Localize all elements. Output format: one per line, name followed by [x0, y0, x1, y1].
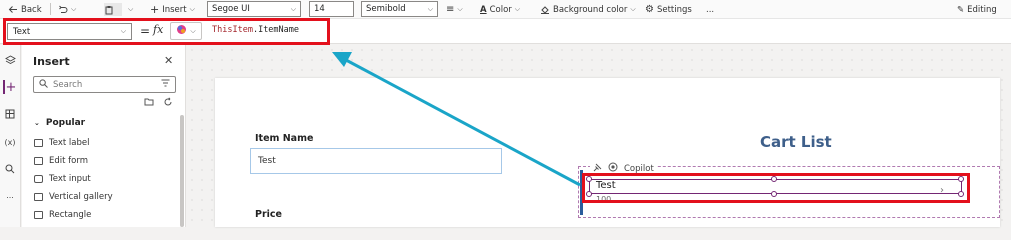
price-label: Price	[255, 209, 282, 220]
list-item-label: Edit form	[49, 156, 88, 166]
insert-button[interactable]: + Insert ⌵	[150, 3, 195, 16]
font-size-value: 14	[314, 4, 325, 14]
chevron-down-icon: ⌄	[34, 119, 40, 127]
insert-panel: Insert ✕ Search ⌄ Popular Text label Edi…	[22, 45, 186, 227]
more-rail-icon[interactable]: ...	[3, 188, 17, 202]
copilot-mini-label[interactable]: Copilot	[624, 164, 654, 174]
back-arrow-icon	[8, 5, 18, 14]
undo-icon	[58, 5, 68, 14]
panel-title: Insert	[33, 55, 70, 68]
insert-chevron-icon: ⌵	[189, 5, 195, 13]
item-name-input[interactable]: Test	[250, 148, 502, 174]
more-options-button[interactable]: ...	[706, 3, 714, 16]
list-item-label: Rectangle	[49, 210, 92, 220]
variables-icon[interactable]: (x)	[3, 135, 17, 149]
background-color-label: Background color	[553, 4, 628, 15]
paste-chevron[interactable]: ⌵	[128, 3, 133, 16]
clipboard-icon	[104, 5, 114, 15]
list-item[interactable]: Rectangle	[34, 210, 91, 220]
font-weight-chevron-icon: ⌵	[427, 4, 433, 13]
refresh-icon[interactable]	[163, 97, 173, 110]
layers-icon[interactable]	[3, 53, 17, 67]
list-item-label: Text input	[49, 174, 91, 184]
back-label: Back	[21, 4, 42, 15]
formula-highlight-box	[3, 18, 330, 45]
font-family-value: Segoe UI	[212, 4, 250, 14]
font-weight-value: Semibold	[366, 4, 406, 14]
color-chevron-icon: ⌵	[514, 5, 521, 13]
pencil-icon: ✎	[957, 4, 965, 15]
background-color-chevron-icon: ⌵	[630, 5, 636, 13]
command-toolbar: Back ⌵ ⌵ + Insert ⌵ Segoe UI ⌵ 14 Semibo…	[0, 0, 1011, 19]
data-grid-icon[interactable]	[3, 107, 17, 121]
text-input-icon	[34, 175, 43, 183]
gear-icon: ⚙	[645, 4, 654, 15]
vertical-gallery-icon	[34, 193, 43, 201]
gallery-highlight-box	[582, 173, 970, 203]
align-button[interactable]: ≡ ⌵	[446, 3, 463, 16]
editing-mode-button[interactable]: ✎ Editing	[957, 3, 997, 16]
undo-chevron-icon: ⌵	[71, 5, 77, 13]
edit-form-icon	[34, 157, 43, 165]
list-item[interactable]: Edit form	[34, 156, 88, 166]
paste-button[interactable]	[104, 3, 122, 16]
settings-button[interactable]: ⚙ Settings	[645, 3, 692, 16]
font-family-select[interactable]: Segoe UI ⌵	[207, 1, 301, 17]
filter-icon[interactable]	[161, 79, 170, 90]
popular-section-header[interactable]: ⌄ Popular	[34, 118, 85, 128]
list-item[interactable]: Text label	[34, 138, 89, 148]
align-chevron-icon: ⌵	[457, 5, 463, 13]
list-item-label: Vertical gallery	[49, 192, 113, 202]
paint-bucket-icon	[540, 5, 550, 14]
insert-label: Insert	[162, 4, 187, 15]
list-item-label: Text label	[49, 138, 90, 148]
left-icon-rail: + (x) ...	[0, 45, 21, 227]
font-weight-select[interactable]: Semibold ⌵	[361, 1, 438, 17]
plus-icon: +	[150, 3, 160, 16]
search-icon	[39, 78, 48, 91]
search-input[interactable]: Search	[33, 76, 176, 93]
background-color-button[interactable]: Background color ⌵	[540, 3, 636, 16]
list-item[interactable]: Vertical gallery	[34, 192, 113, 202]
cart-list-title: Cart List	[760, 133, 832, 151]
more-label: ...	[706, 4, 715, 15]
color-label: Color	[489, 4, 512, 15]
text-color-icon: A	[480, 4, 487, 15]
rectangle-icon	[34, 211, 43, 219]
paste-chevron-icon: ⌵	[128, 5, 134, 13]
panel-scrollbar[interactable]	[180, 115, 184, 227]
close-icon[interactable]: ✕	[164, 54, 173, 67]
toolbar-divider	[50, 3, 51, 15]
search-rail-icon[interactable]	[3, 162, 17, 176]
color-button[interactable]: A Color ⌵	[480, 3, 520, 16]
font-size-field[interactable]: 14	[309, 1, 354, 17]
font-family-chevron-icon: ⌵	[290, 4, 296, 13]
item-name-label: Item Name	[255, 133, 314, 144]
list-item[interactable]: Text input	[34, 174, 91, 184]
back-button[interactable]: Back	[8, 3, 42, 16]
editing-label: Editing	[967, 4, 997, 15]
undo-button[interactable]: ⌵	[58, 3, 76, 16]
popular-section-label: Popular	[45, 118, 86, 128]
search-placeholder: Search	[53, 79, 83, 90]
folder-icon[interactable]	[144, 97, 154, 109]
settings-label: Settings	[656, 4, 692, 15]
text-label-icon	[34, 139, 43, 147]
insert-rail-icon[interactable]: +	[3, 80, 17, 95]
align-lines-icon: ≡	[446, 4, 455, 15]
